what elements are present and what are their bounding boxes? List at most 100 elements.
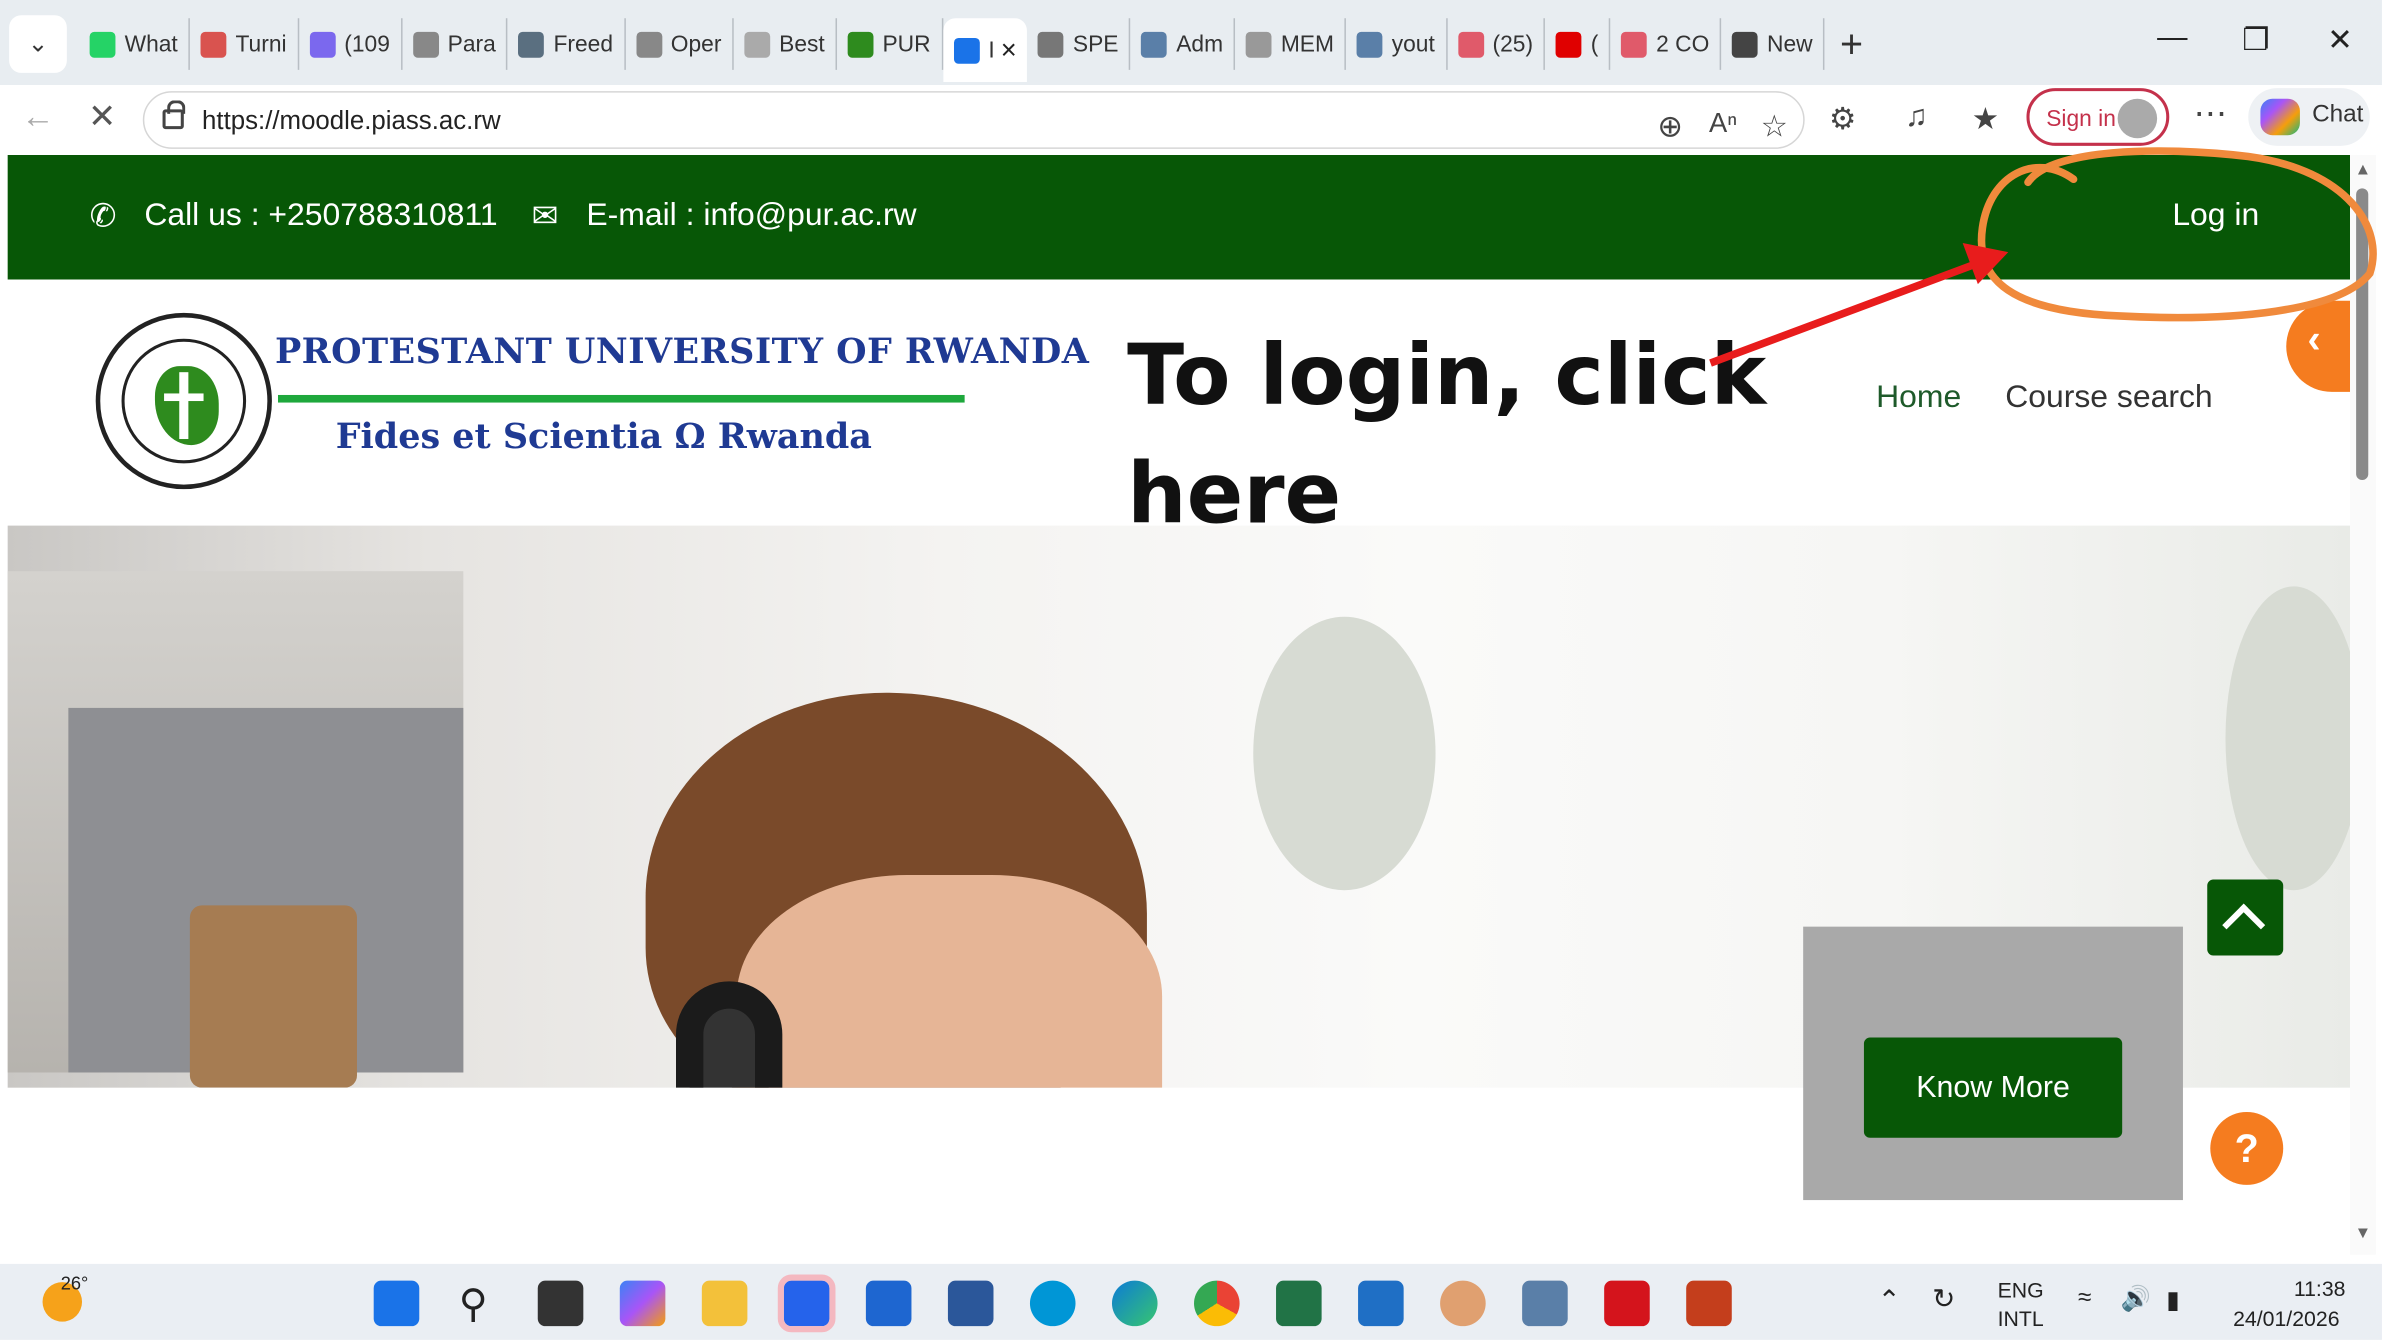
browser-tab[interactable]: I × (942, 18, 1028, 83)
tab-label: What (124, 31, 178, 57)
show-hidden-icons-chevron-icon[interactable]: ⌃ (1878, 1285, 1901, 1317)
app-window-icon[interactable] (1358, 1280, 1404, 1327)
browser-tab-bar: ⌄ What Turni (109 Para Freed Oper Best PUR I × SPE… (0, 0, 2382, 86)
extensions-icon[interactable]: ⚙ (1829, 100, 1856, 138)
language-layout[interactable]: INTL (1998, 1306, 2044, 1330)
university-logo[interactable] (95, 312, 272, 490)
chat-label: Chat (2312, 101, 2364, 128)
youtube-icon (1621, 31, 1647, 57)
weather-temperature: 26° (60, 1273, 89, 1295)
minimize-icon[interactable]: — (2157, 21, 2187, 56)
file-icon (1245, 31, 1272, 57)
powerpoint-icon[interactable] (1686, 1280, 1732, 1327)
browser-tab[interactable]: (25) (1447, 18, 1546, 70)
volume-icon[interactable]: 🔊 (2121, 1284, 2151, 1314)
task-view-icon[interactable] (537, 1280, 584, 1327)
copilot-chat-button[interactable]: Chat (2248, 88, 2370, 146)
copilot-taskbar-icon[interactable] (619, 1280, 666, 1327)
annotation-line-2: here (1127, 445, 1342, 543)
store-icon[interactable] (777, 1274, 836, 1333)
back-to-top-button[interactable] (2207, 879, 2284, 956)
lock-icon[interactable] (162, 100, 186, 130)
word-icon[interactable] (947, 1280, 994, 1327)
know-more-panel: Know More (1803, 926, 2183, 1201)
more-options-icon[interactable]: ⋯ (2194, 94, 2227, 133)
tab-label: Turni (235, 31, 287, 57)
sync-icon[interactable]: ↻ (1932, 1284, 1955, 1316)
close-tab-icon[interactable]: × (1001, 34, 1017, 66)
browser-tab[interactable]: Oper (625, 18, 734, 70)
address-bar[interactable]: https://moodle.piass.ac.rw ⊕ Aⁿ ☆ (142, 91, 1805, 149)
close-window-icon[interactable]: ✕ (2327, 21, 2352, 59)
zoom-icon[interactable]: ⊕ (1657, 108, 1682, 146)
sign-in-button[interactable]: Sign in (2026, 88, 2170, 146)
browser-tab[interactable]: Para (402, 18, 508, 70)
stop-loading-icon[interactable]: ✕ (88, 97, 116, 136)
battery-icon[interactable]: ▮ (2166, 1285, 2179, 1315)
logo-ring (121, 338, 247, 464)
browser-tab[interactable]: MEM (1235, 18, 1347, 70)
browser-tab[interactable]: PUR (837, 18, 943, 70)
url-text[interactable]: https://moodle.piass.ac.rw (202, 106, 501, 136)
edge-icon[interactable] (1111, 1280, 1158, 1327)
browser-tab[interactable]: 2 CO (1611, 18, 1722, 70)
phone-text: Call us : +250788310811 (144, 197, 498, 233)
file-explorer-icon[interactable] (701, 1280, 748, 1327)
chevron-up-icon (2222, 903, 2266, 947)
tab-label: PUR (882, 31, 931, 57)
browser-tab[interactable]: Adm (1131, 18, 1236, 70)
drawer-toggle-button[interactable]: ‹ (2286, 300, 2351, 392)
tab-label: Freed (553, 31, 614, 57)
search-icon[interactable]: ⚲ (459, 1281, 505, 1327)
chrome-icon[interactable] (1194, 1280, 1240, 1327)
hp-icon[interactable] (1029, 1280, 1076, 1327)
annotation-text: To login, click here (1127, 316, 1766, 553)
browser-tab[interactable]: (109 (299, 18, 403, 70)
back-icon[interactable]: ← (21, 97, 54, 136)
help-button[interactable]: ? (2210, 1111, 2284, 1185)
tab-strip: What Turni (109 Para Freed Oper Best PUR I × SPE Ad… (79, 18, 1863, 83)
tab-label: Best (779, 31, 825, 57)
favorites-icon[interactable]: ★ (1972, 100, 1999, 138)
acrobat-icon[interactable] (1604, 1280, 1650, 1327)
restore-icon[interactable]: ❐ (2242, 21, 2269, 59)
nav-home[interactable]: Home (1876, 380, 1961, 416)
start-icon[interactable] (373, 1280, 420, 1327)
clock-time[interactable]: 11:38 (2294, 1276, 2346, 1300)
browser-tab[interactable]: yout (1346, 18, 1447, 70)
read-aloud-icon[interactable]: Aⁿ (1709, 108, 1737, 140)
browser-tab[interactable]: ( (1545, 18, 1611, 70)
browser-tab[interactable]: Freed (508, 18, 626, 70)
favorite-star-icon[interactable]: ☆ (1761, 108, 1788, 146)
media-icon[interactable]: ♫ (1905, 100, 1928, 135)
user-app-icon[interactable] (1440, 1280, 1486, 1327)
tab-actions-menu-button[interactable]: ⌄ (9, 15, 67, 73)
know-more-button[interactable]: Know More (1863, 1037, 2123, 1138)
browser-tab[interactable]: Turni (190, 18, 299, 70)
page-scrollbar[interactable]: ▲ ▼ (2350, 154, 2376, 1255)
hero-image-basket (189, 905, 357, 1088)
browser-tab[interactable]: What (79, 18, 190, 70)
profile-avatar-icon (2117, 98, 2158, 139)
scroll-down-icon[interactable]: ▼ (2355, 1224, 2372, 1242)
browser-tab[interactable]: New (1721, 18, 1825, 70)
excel-icon[interactable] (1276, 1280, 1322, 1327)
admin-icon (1141, 31, 1168, 57)
cross-bar (164, 393, 204, 402)
clock-date[interactable]: 24/01/2026 (2233, 1306, 2339, 1330)
browser-tab[interactable]: Best (734, 18, 837, 70)
login-link[interactable]: Log in (2172, 197, 2259, 233)
wifi-icon[interactable]: ≈ (2078, 1285, 2091, 1312)
tab-label: I (988, 37, 995, 64)
browser-tab[interactable]: SPE (1027, 18, 1131, 70)
nav-course-search[interactable]: Course search (2005, 380, 2212, 416)
scrollbar-thumb[interactable] (2356, 188, 2369, 481)
calculator-icon[interactable] (1522, 1280, 1568, 1327)
scroll-up-icon[interactable]: ▲ (2355, 161, 2372, 179)
file-icon (1037, 31, 1064, 57)
language-code[interactable]: ENG (1998, 1278, 2044, 1302)
audio-app-icon[interactable] (865, 1280, 912, 1327)
new-tab-icon[interactable]: + (1840, 18, 1863, 70)
hero-image-headphones (675, 981, 783, 1088)
windows-taskbar: 26° ⚲ ⌃ ↻ ENG INTL ≈ 🔊 ▮ 11:38 24/01/202… (0, 1263, 2382, 1340)
